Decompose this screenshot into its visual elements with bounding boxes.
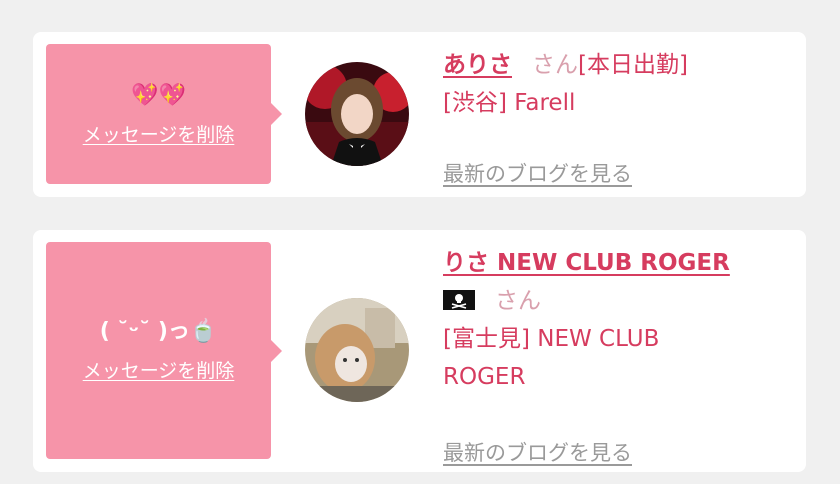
pirate-flag-icon xyxy=(443,284,475,310)
message-card: 💖💖 メッセージを削除 ありさ さん[本日出勤] [渋谷] Farell 最新のブ… xyxy=(33,32,806,197)
message-text: ( ˘ᵕ˘ )っ🍵 xyxy=(99,319,218,344)
status-badge: [本日出勤] xyxy=(578,52,688,78)
message-text: 💖💖 xyxy=(131,82,186,108)
latest-blog-link[interactable]: 最新のブログを見る xyxy=(443,158,632,188)
cast-name-link[interactable]: りさ NEW CLUB ROGER xyxy=(443,250,730,276)
shop-location-cont: ROGER xyxy=(443,364,526,390)
latest-blog-link[interactable]: 最新のブログを見る xyxy=(443,437,632,467)
shop-location: [渋谷] Farell xyxy=(443,90,576,116)
honorific: さん xyxy=(495,288,541,314)
message-bubble: ( ˘ᵕ˘ )っ🍵 メッセージを削除 xyxy=(46,242,282,459)
delete-message-link[interactable]: メッセージを削除 xyxy=(83,120,235,147)
cast-name-link[interactable]: ありさ xyxy=(443,52,512,78)
honorific: さん xyxy=(532,52,578,78)
cast-info: ありさ さん[本日出勤] [渋谷] Farell 最新のブログを見る xyxy=(443,46,786,186)
avatar[interactable] xyxy=(305,62,409,166)
message-bubble: 💖💖 メッセージを削除 xyxy=(46,44,282,184)
avatar[interactable] xyxy=(305,298,409,402)
profile-photo-icon xyxy=(305,298,409,402)
cast-info: りさ NEW CLUB ROGER さん [富士見] NEW CLUB ROGE… xyxy=(443,244,786,465)
delete-message-link[interactable]: メッセージを削除 xyxy=(83,356,235,383)
message-card: ( ˘ᵕ˘ )っ🍵 メッセージを削除 りさ NEW CLUB ROGER さん … xyxy=(33,230,806,472)
profile-photo-icon xyxy=(305,62,409,166)
shop-location: [富士見] NEW CLUB xyxy=(443,326,660,352)
